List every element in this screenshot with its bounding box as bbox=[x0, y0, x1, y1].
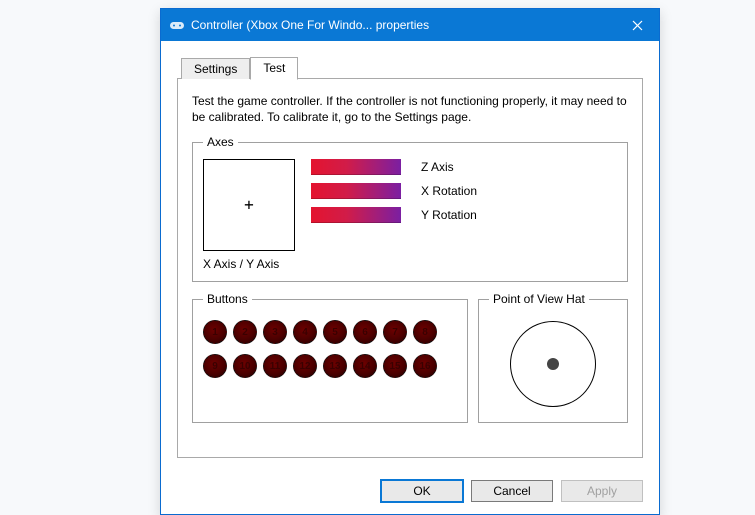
pov-legend: Point of View Hat bbox=[489, 292, 589, 306]
controller-button-15: 15 bbox=[383, 354, 407, 378]
crosshair-icon: + bbox=[244, 197, 254, 213]
ok-button[interactable]: OK bbox=[381, 480, 463, 502]
pov-group: Point of View Hat bbox=[478, 292, 628, 423]
tab-settings[interactable]: Settings bbox=[181, 58, 250, 79]
axes-legend: Axes bbox=[203, 135, 238, 149]
tab-test-label: Test bbox=[263, 61, 285, 75]
properties-dialog: Controller (Xbox One For Windo... proper… bbox=[160, 8, 660, 515]
controller-button-16: 16 bbox=[413, 354, 437, 378]
apply-button: Apply bbox=[561, 480, 643, 502]
controller-button-11: 11 bbox=[263, 354, 287, 378]
pov-dot-icon bbox=[547, 358, 559, 370]
instructions-text: Test the game controller. If the control… bbox=[192, 93, 628, 125]
controller-button-7: 7 bbox=[383, 320, 407, 344]
titlebar[interactable]: Controller (Xbox One For Windo... proper… bbox=[161, 9, 659, 41]
controller-button-12: 12 bbox=[293, 354, 317, 378]
controller-button-10: 10 bbox=[233, 354, 257, 378]
controller-button-13: 13 bbox=[323, 354, 347, 378]
controller-button-6: 6 bbox=[353, 320, 377, 344]
z-axis-label: Z Axis bbox=[421, 160, 454, 174]
tab-panel-test: Test the game controller. If the control… bbox=[177, 78, 643, 458]
controller-button-2: 2 bbox=[233, 320, 257, 344]
y-rotation-label: Y Rotation bbox=[421, 208, 477, 222]
controller-button-4: 4 bbox=[293, 320, 317, 344]
buttons-legend: Buttons bbox=[203, 292, 252, 306]
controller-button-14: 14 bbox=[353, 354, 377, 378]
controller-icon bbox=[169, 17, 185, 33]
controller-button-5: 5 bbox=[323, 320, 347, 344]
controller-button-8: 8 bbox=[413, 320, 437, 344]
controller-button-9: 9 bbox=[203, 354, 227, 378]
xy-axis-indicator: + bbox=[203, 159, 295, 251]
controller-button-3: 3 bbox=[263, 320, 287, 344]
x-rotation-label: X Rotation bbox=[421, 184, 477, 198]
tab-strip: Settings Test bbox=[181, 55, 643, 78]
buttons-group: Buttons 1 2 3 4 5 6 7 8 bbox=[192, 292, 468, 423]
window-title: Controller (Xbox One For Windo... proper… bbox=[191, 18, 615, 32]
z-axis-bar bbox=[311, 159, 401, 175]
client-area: Settings Test Test the game controller. … bbox=[161, 41, 659, 470]
tab-settings-label: Settings bbox=[194, 62, 237, 76]
xy-axis-caption: X Axis / Y Axis bbox=[203, 257, 295, 271]
y-rotation-bar bbox=[311, 207, 401, 223]
cancel-button[interactable]: Cancel bbox=[471, 480, 553, 502]
pov-hat-indicator bbox=[510, 321, 596, 407]
x-rotation-bar bbox=[311, 183, 401, 199]
close-button[interactable] bbox=[615, 9, 659, 41]
controller-button-1: 1 bbox=[203, 320, 227, 344]
dialog-button-row: OK Cancel Apply bbox=[161, 470, 659, 514]
tab-test[interactable]: Test bbox=[250, 57, 298, 80]
axes-group: Axes + X Axis / Y Axis Z Axis bbox=[192, 135, 628, 282]
